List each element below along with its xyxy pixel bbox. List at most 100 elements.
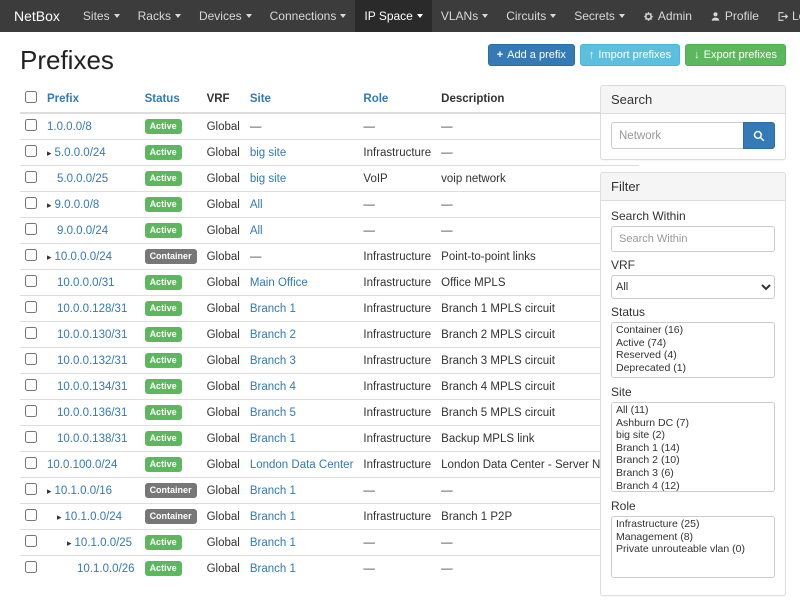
role-cell: Infrastructure xyxy=(358,322,436,348)
nav-item-admin[interactable]: Admin xyxy=(634,0,701,32)
search-button[interactable] xyxy=(743,122,775,149)
chevron-down-icon xyxy=(482,14,488,18)
site-link[interactable]: Branch 1 xyxy=(250,511,296,523)
nav-item-devices[interactable]: Devices xyxy=(190,0,261,32)
vrf-cell: Global xyxy=(202,426,245,452)
nav-item-log-out[interactable]: Log out xyxy=(768,0,800,32)
nav-item-secrets[interactable]: Secrets xyxy=(565,0,634,32)
prefix-link[interactable]: 10.1.0.0/24 xyxy=(65,511,123,523)
filter-select-site[interactable]: All (11)Ashburn DC (7)big site (2)Branch… xyxy=(611,402,775,492)
prefix-link[interactable]: 10.0.0.130/31 xyxy=(57,329,127,341)
row-checkbox[interactable] xyxy=(25,301,37,313)
site-link[interactable]: Branch 1 xyxy=(250,485,296,497)
nav-item-profile[interactable]: Profile xyxy=(701,0,768,32)
export-prefixes-button[interactable]: ↓ Export prefixes xyxy=(685,44,786,66)
nav-item-ip-space[interactable]: IP Space xyxy=(355,0,431,32)
select-all-checkbox[interactable] xyxy=(25,91,37,103)
import-prefixes-button[interactable]: ↑ Import prefixes xyxy=(580,44,680,66)
row-checkbox[interactable] xyxy=(25,327,37,339)
col-header-prefix[interactable]: Prefix xyxy=(42,85,140,113)
row-checkbox[interactable] xyxy=(25,249,37,261)
site-link[interactable]: big site xyxy=(250,173,286,185)
table-row: 10.0.0.130/31ActiveGlobalBranch 2Infrast… xyxy=(20,322,639,348)
prefix-link[interactable]: 10.1.0.0/25 xyxy=(75,537,133,549)
row-checkbox[interactable] xyxy=(25,223,37,235)
site-link[interactable]: London Data Center xyxy=(250,459,354,471)
row-checkbox[interactable] xyxy=(25,535,37,547)
site-link[interactable]: big site xyxy=(250,147,286,159)
row-checkbox[interactable] xyxy=(25,197,37,209)
site-link[interactable]: Branch 1 xyxy=(250,433,296,445)
row-checkbox[interactable] xyxy=(25,483,37,495)
site-link[interactable]: Branch 1 xyxy=(250,563,296,575)
filter-option[interactable]: Active (74) xyxy=(613,337,773,350)
filter-option[interactable]: Branch 3 (6) xyxy=(613,467,773,480)
site-link[interactable]: Branch 1 xyxy=(250,537,296,549)
main-row: PrefixStatusVRFSiteRoleDescription 1.0.0… xyxy=(20,85,786,608)
filter-option[interactable]: Reserved (4) xyxy=(613,349,773,362)
site-link[interactable]: Branch 2 xyxy=(250,329,296,341)
gear-icon xyxy=(643,11,654,22)
site-link[interactable]: Branch 4 xyxy=(250,381,296,393)
prefix-link[interactable]: 9.0.0.0/24 xyxy=(57,225,108,237)
filter-option[interactable]: All (11) xyxy=(613,404,773,417)
prefix-link[interactable]: 10.1.0.0/26 xyxy=(77,563,135,575)
site-link[interactable]: Main Office xyxy=(250,277,308,289)
filter-option[interactable]: Management (8) xyxy=(613,531,773,544)
filter-input-search-within[interactable] xyxy=(611,226,775,252)
nav-item-connections[interactable]: Connections xyxy=(261,0,356,32)
nav-item-vlans[interactable]: VLANs xyxy=(432,0,497,32)
row-checkbox[interactable] xyxy=(25,171,37,183)
prefix-link[interactable]: 9.0.0.0/8 xyxy=(55,199,100,211)
nav-item-circuits[interactable]: Circuits xyxy=(497,0,565,32)
filter-option[interactable]: big site (2) xyxy=(613,429,773,442)
col-header-site[interactable]: Site xyxy=(245,85,359,113)
filter-option[interactable]: Deprecated (1) xyxy=(613,362,773,375)
row-checkbox[interactable] xyxy=(25,561,37,573)
search-input[interactable] xyxy=(611,122,743,149)
prefix-link[interactable]: 10.0.0.136/31 xyxy=(57,407,127,419)
row-checkbox[interactable] xyxy=(25,457,37,469)
row-checkbox[interactable] xyxy=(25,379,37,391)
prefix-link[interactable]: 10.1.0.0/16 xyxy=(55,485,113,497)
filter-select-vrf[interactable]: All xyxy=(611,275,775,299)
filter-option[interactable]: Branch 1 (14) xyxy=(613,442,773,455)
filter-option[interactable]: Branch 4 (12) xyxy=(613,480,773,492)
row-checkbox[interactable] xyxy=(25,275,37,287)
site-link[interactable]: Branch 3 xyxy=(250,355,296,367)
site-link[interactable]: Branch 5 xyxy=(250,407,296,419)
filter-option[interactable]: Container (16) xyxy=(613,324,773,337)
nav-item-racks[interactable]: Racks xyxy=(129,0,190,32)
filter-option[interactable]: Ashburn DC (7) xyxy=(613,417,773,430)
row-checkbox[interactable] xyxy=(25,405,37,417)
site-link[interactable]: All xyxy=(250,225,263,237)
site-link[interactable]: Branch 1 xyxy=(250,303,296,315)
row-checkbox[interactable] xyxy=(25,145,37,157)
nav-item-sites[interactable]: Sites xyxy=(74,0,129,32)
chevron-down-icon xyxy=(114,14,120,18)
site-link[interactable]: All xyxy=(250,199,263,211)
brand[interactable]: NetBox xyxy=(0,0,74,32)
filter-option[interactable]: Private unrouteable vlan (0) xyxy=(613,543,773,556)
vrf-cell: Global xyxy=(202,530,245,556)
prefix-link[interactable]: 10.0.100.0/24 xyxy=(47,459,117,471)
row-checkbox[interactable] xyxy=(25,431,37,443)
prefix-link[interactable]: 1.0.0.0/8 xyxy=(47,121,92,133)
row-checkbox[interactable] xyxy=(25,119,37,131)
prefix-link[interactable]: 10.0.0.128/31 xyxy=(57,303,127,315)
filter-select-role[interactable]: Infrastructure (25)Management (8)Private… xyxy=(611,516,775,578)
col-header-status[interactable]: Status xyxy=(140,85,202,113)
col-header-role[interactable]: Role xyxy=(358,85,436,113)
filter-option[interactable]: Infrastructure (25) xyxy=(613,518,773,531)
prefix-link[interactable]: 10.0.0.138/31 xyxy=(57,433,127,445)
prefix-link[interactable]: 5.0.0.0/25 xyxy=(57,173,108,185)
row-checkbox[interactable] xyxy=(25,353,37,365)
prefix-link[interactable]: 5.0.0.0/24 xyxy=(55,147,106,159)
prefix-link[interactable]: 10.0.0.0/31 xyxy=(57,277,115,289)
prefix-link[interactable]: 10.0.0.0/24 xyxy=(55,251,113,263)
filter-select-status[interactable]: Container (16)Active (74)Reserved (4)Dep… xyxy=(611,322,775,378)
add-prefix-button[interactable]: + Add a prefix xyxy=(488,44,575,66)
filter-option[interactable]: Branch 2 (10) xyxy=(613,454,773,467)
prefix-link[interactable]: 10.0.0.132/31 xyxy=(57,355,127,367)
prefix-link[interactable]: 10.0.0.134/31 xyxy=(57,381,127,393)
